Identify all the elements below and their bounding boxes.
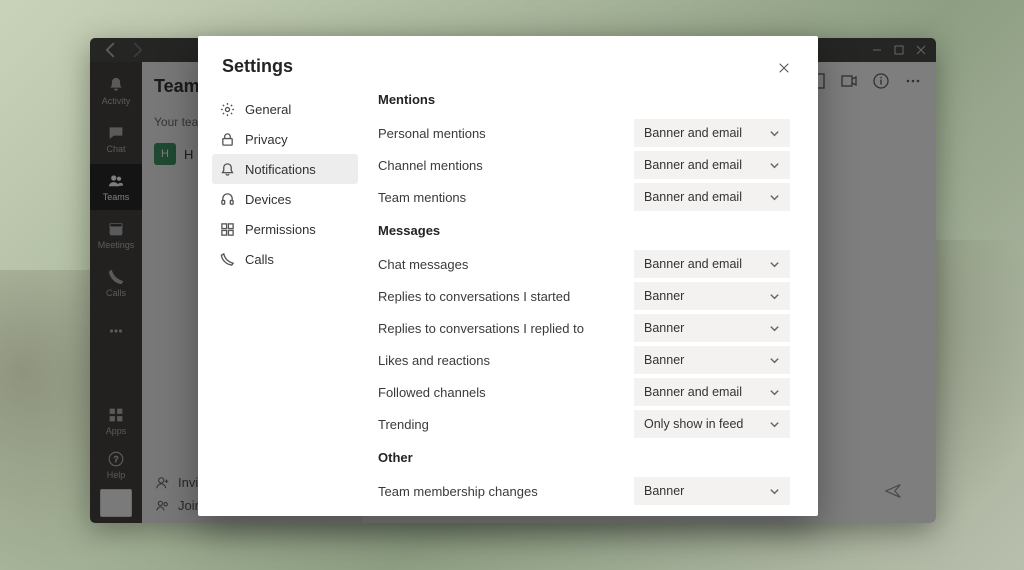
nav-label: Notifications	[245, 162, 316, 177]
dropdown-value: Banner and email	[644, 126, 742, 140]
chevron-down-icon	[769, 323, 780, 334]
phone-icon	[220, 252, 235, 267]
dropdown-replies-i-replied[interactable]: Banner	[634, 314, 790, 342]
chevron-down-icon	[769, 291, 780, 302]
dropdown-replies-i-started[interactable]: Banner	[634, 282, 790, 310]
option-team-mentions: Team mentions Banner and email	[378, 181, 790, 213]
dialog-header: Settings	[198, 36, 818, 86]
dropdown-value: Banner	[644, 484, 684, 498]
dropdown-value: Banner and email	[644, 257, 742, 271]
lock-icon	[220, 132, 235, 147]
option-followed-channels: Followed channels Banner and email	[378, 376, 790, 408]
option-label: Channel mentions	[378, 158, 493, 173]
nav-label: Privacy	[245, 132, 288, 147]
option-replies-i-started: Replies to conversations I started Banne…	[378, 280, 790, 312]
nav-permissions[interactable]: Permissions	[212, 214, 358, 244]
settings-dialog: Settings General Privacy Notifications D…	[198, 36, 818, 516]
dropdown-team-membership-changes[interactable]: Banner	[634, 477, 790, 505]
dropdown-value: Banner	[644, 289, 684, 303]
gear-icon	[220, 102, 235, 117]
option-chat-messages: Chat messages Banner and email	[378, 248, 790, 280]
chevron-down-icon	[769, 387, 780, 398]
option-label: Personal mentions	[378, 126, 496, 141]
dropdown-trending[interactable]: Only show in feed	[634, 410, 790, 438]
section-heading-messages: Messages	[378, 223, 790, 238]
option-personal-mentions: Personal mentions Banner and email	[378, 117, 790, 149]
settings-nav: General Privacy Notifications Devices Pe…	[198, 86, 366, 516]
chevron-down-icon	[769, 419, 780, 430]
chevron-down-icon	[769, 160, 780, 171]
dropdown-channel-mentions[interactable]: Banner and email	[634, 151, 790, 179]
dropdown-value: Banner and email	[644, 158, 742, 172]
nav-label: General	[245, 102, 291, 117]
option-label: Replies to conversations I replied to	[378, 321, 594, 336]
nav-privacy[interactable]: Privacy	[212, 124, 358, 154]
option-team-membership-changes: Team membership changes Banner	[378, 475, 790, 507]
option-replies-i-replied: Replies to conversations I replied to Ba…	[378, 312, 790, 344]
nav-general[interactable]: General	[212, 94, 358, 124]
nav-notifications[interactable]: Notifications	[212, 154, 358, 184]
dropdown-value: Banner	[644, 353, 684, 367]
nav-devices[interactable]: Devices	[212, 184, 358, 214]
dropdown-value: Banner and email	[644, 385, 742, 399]
close-icon	[778, 62, 790, 74]
option-label: Likes and reactions	[378, 353, 500, 368]
bell-icon	[220, 162, 235, 177]
section-heading-other: Other	[378, 450, 790, 465]
headset-icon	[220, 192, 235, 207]
option-label: Followed channels	[378, 385, 496, 400]
dropdown-followed-channels[interactable]: Banner and email	[634, 378, 790, 406]
chevron-down-icon	[769, 192, 780, 203]
dropdown-likes-reactions[interactable]: Banner	[634, 346, 790, 374]
nav-calls[interactable]: Calls	[212, 244, 358, 274]
grid-icon	[220, 222, 235, 237]
option-channel-mentions: Channel mentions Banner and email	[378, 149, 790, 181]
option-label: Team membership changes	[378, 484, 548, 499]
close-button[interactable]	[772, 56, 796, 80]
nav-label: Calls	[245, 252, 274, 267]
nav-label: Permissions	[245, 222, 316, 237]
chevron-down-icon	[769, 128, 780, 139]
chevron-down-icon	[769, 486, 780, 497]
option-label: Team mentions	[378, 190, 476, 205]
option-trending: Trending Only show in feed	[378, 408, 790, 440]
dialog-title: Settings	[222, 56, 293, 77]
chevron-down-icon	[769, 259, 780, 270]
dropdown-chat-messages[interactable]: Banner and email	[634, 250, 790, 278]
option-label: Chat messages	[378, 257, 478, 272]
nav-label: Devices	[245, 192, 291, 207]
dropdown-personal-mentions[interactable]: Banner and email	[634, 119, 790, 147]
chevron-down-icon	[769, 355, 780, 366]
option-likes-reactions: Likes and reactions Banner	[378, 344, 790, 376]
dropdown-value: Banner and email	[644, 190, 742, 204]
settings-content: Mentions Personal mentions Banner and em…	[366, 86, 818, 516]
dropdown-value: Only show in feed	[644, 417, 743, 431]
option-label: Replies to conversations I started	[378, 289, 580, 304]
section-heading-mentions: Mentions	[378, 92, 790, 107]
option-label: Trending	[378, 417, 439, 432]
dropdown-value: Banner	[644, 321, 684, 335]
dropdown-team-mentions[interactable]: Banner and email	[634, 183, 790, 211]
